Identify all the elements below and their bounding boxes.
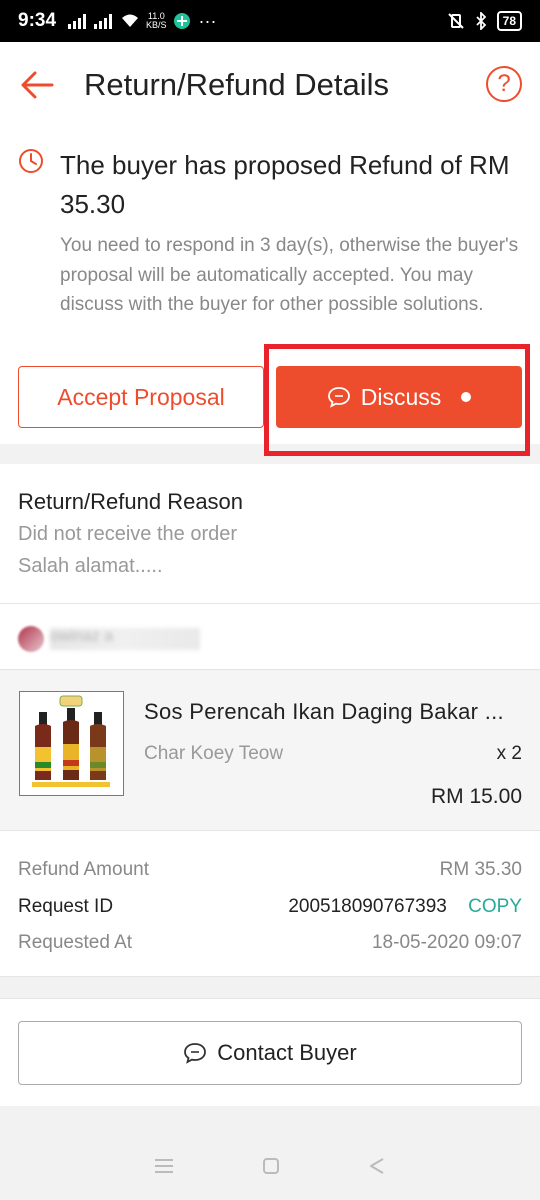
product-image bbox=[19, 691, 124, 796]
product-name: Sos Perencah Ikan Daging Bakar ... bbox=[144, 699, 504, 724]
more-indicator: ··· bbox=[198, 10, 217, 31]
status-time: 9:34 bbox=[18, 10, 57, 31]
wifi-icon bbox=[122, 14, 139, 27]
refund-amount-label: Refund Amount bbox=[18, 859, 149, 880]
sauce-bottles-icon bbox=[32, 695, 110, 787]
refund-amount-row: Refund Amount RM 35.30 bbox=[18, 859, 522, 881]
chat-bubble-icon bbox=[184, 1043, 207, 1064]
back-triangle-icon[interactable] bbox=[367, 1156, 387, 1176]
proposal-description: You need to respond in 3 day(s), otherwi… bbox=[60, 235, 519, 315]
product-item[interactable]: Sos Perencah Ikan Daging Bakar ... Char … bbox=[0, 671, 540, 831]
clock-icon bbox=[19, 149, 43, 173]
refund-info: Refund Amount RM 35.30 Request ID 200518… bbox=[0, 831, 540, 977]
home-icon[interactable] bbox=[261, 1156, 281, 1176]
net-speed-unit: KB/S bbox=[146, 20, 167, 30]
discuss-label: Discuss bbox=[360, 383, 442, 410]
product-price: RM 15.00 bbox=[430, 785, 522, 808]
help-button[interactable]: ? bbox=[486, 66, 522, 102]
accept-proposal-label: Accept Proposal bbox=[57, 383, 225, 410]
help-icon: ? bbox=[497, 70, 511, 97]
vpn-icon bbox=[173, 13, 190, 29]
reason-title: Return/Refund Reason bbox=[18, 489, 244, 514]
request-id-row: Request ID 200518090767393 COPY bbox=[18, 896, 522, 918]
bluetooth-icon bbox=[476, 12, 486, 30]
requested-at-row: Requested At 18-05-2020 09:07 bbox=[18, 932, 522, 954]
requested-at-label: Requested At bbox=[18, 932, 133, 953]
status-bar: 9:34 11.0 KB/S ··· 78 bbox=[0, 0, 540, 42]
request-id-label: Request ID bbox=[18, 896, 114, 917]
product-variant: Char Koey Teow bbox=[144, 743, 284, 764]
signal-icon-2 bbox=[94, 13, 113, 29]
proposal-card: The buyer has proposed Refund of RM 35.3… bbox=[0, 128, 540, 444]
net-speed: 11.0 KB/S bbox=[146, 12, 167, 30]
reason-line: Did not receive the order bbox=[18, 523, 238, 545]
discuss-button[interactable]: Discuss bbox=[276, 366, 522, 428]
accept-proposal-button[interactable]: Accept Proposal bbox=[18, 366, 264, 428]
notification-dot bbox=[461, 392, 472, 402]
page-header: Return/Refund Details ? bbox=[0, 42, 540, 128]
contact-section: Contact Buyer bbox=[0, 998, 540, 1106]
reason-section: Return/Refund Reason Did not receive the… bbox=[0, 464, 540, 604]
reason-line: Salah alamat..... bbox=[18, 555, 163, 577]
chat-bubble-icon bbox=[327, 387, 350, 408]
system-nav-bar bbox=[0, 1132, 540, 1200]
buyer-row[interactable]: owinaz a bbox=[0, 604, 540, 670]
mute-vibrate-icon bbox=[447, 13, 464, 29]
back-button[interactable] bbox=[0, 42, 74, 128]
battery-indicator: 78 bbox=[496, 11, 522, 31]
contact-buyer-button[interactable]: Contact Buyer bbox=[18, 1021, 522, 1085]
back-arrow-icon bbox=[21, 71, 54, 99]
buyer-name: owinaz a bbox=[50, 628, 200, 650]
contact-buyer-label: Contact Buyer bbox=[217, 1040, 357, 1065]
menu-icon[interactable] bbox=[153, 1157, 175, 1175]
page-title: Return/Refund Details bbox=[84, 67, 389, 102]
requested-at-value: 18-05-2020 09:07 bbox=[371, 932, 522, 953]
proposal-title: The buyer has proposed Refund of RM 35.3… bbox=[60, 150, 510, 219]
refund-amount-value: RM 35.30 bbox=[439, 859, 522, 880]
avatar bbox=[18, 626, 44, 652]
request-id-value: 200518090767393 bbox=[288, 896, 447, 917]
signal-icon bbox=[68, 13, 87, 29]
copy-button[interactable]: COPY bbox=[468, 896, 522, 917]
product-quantity: x 2 bbox=[496, 743, 522, 764]
